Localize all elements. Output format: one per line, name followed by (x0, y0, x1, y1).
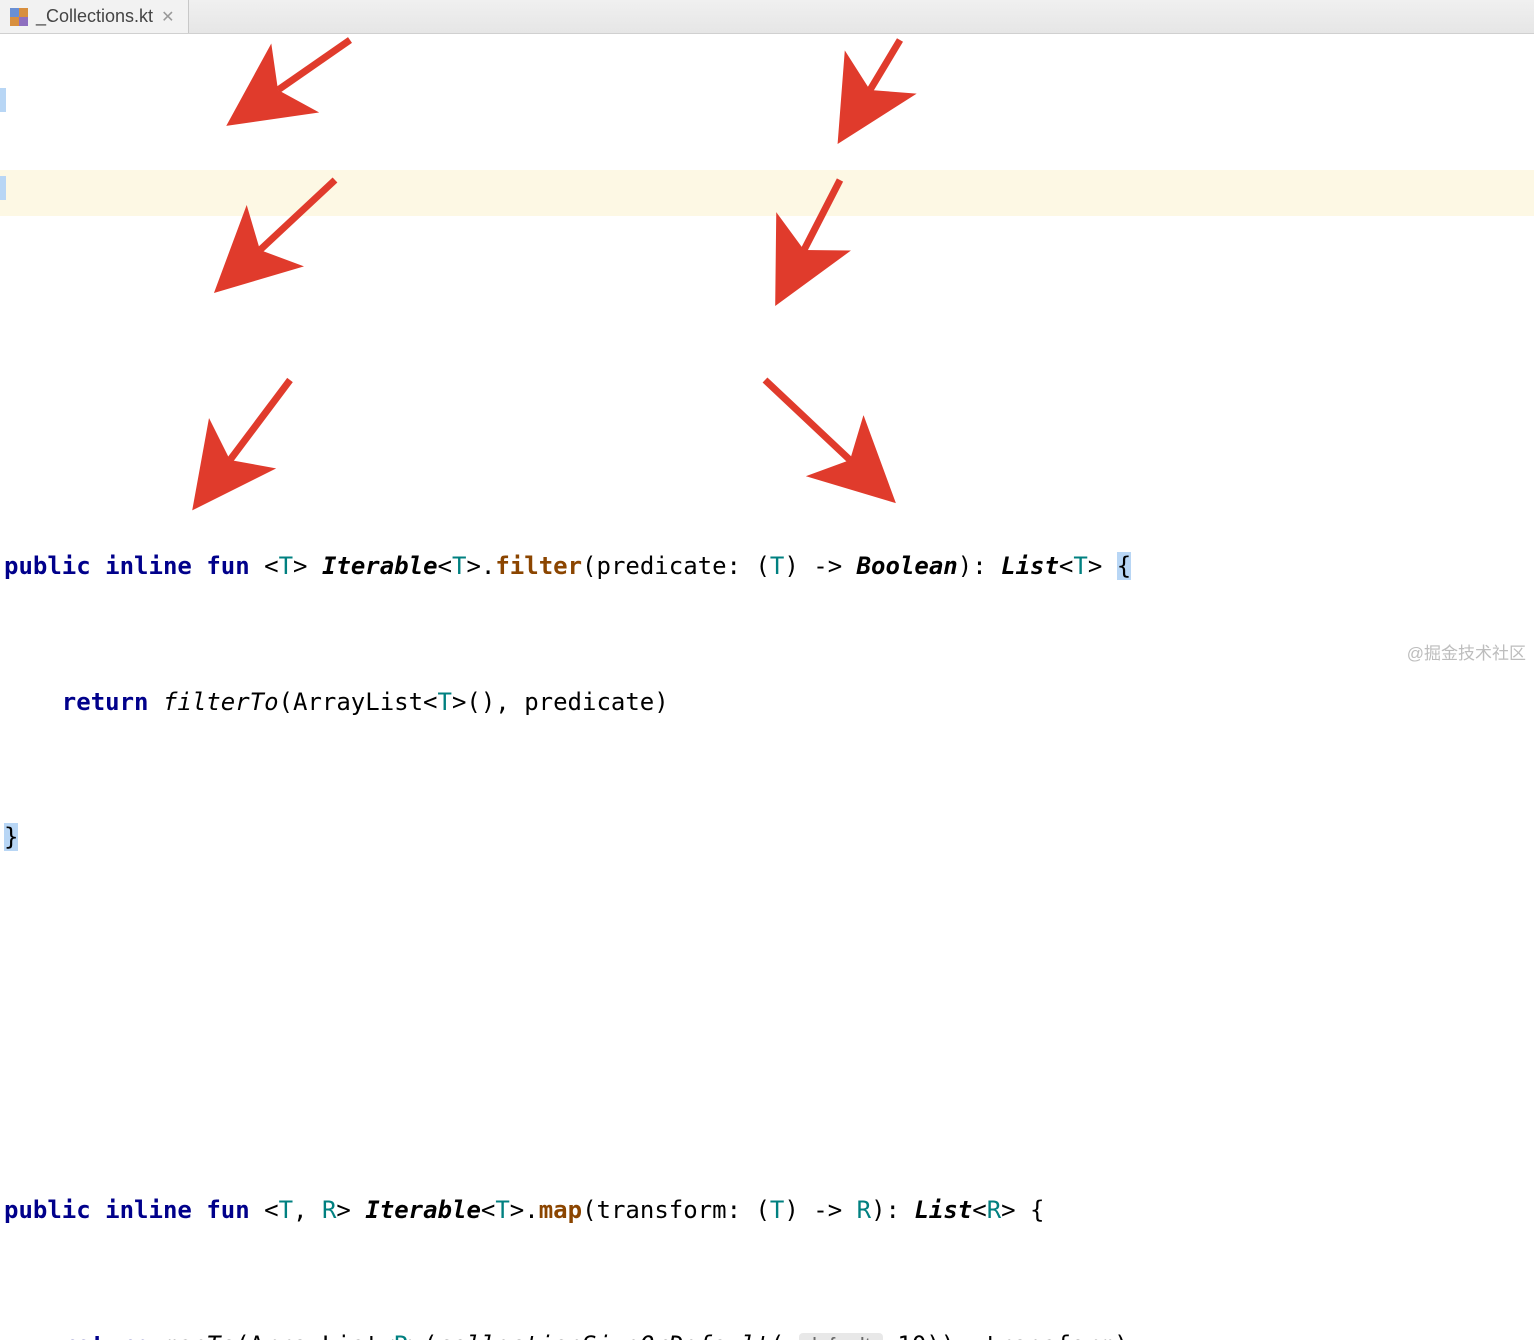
param-predicate: predicate (597, 552, 727, 580)
current-line-highlight (0, 170, 1534, 216)
code-line: public inline fun <T> Iterable<T>.filter… (4, 544, 1530, 589)
watermark: @掘金技术社区 (1407, 639, 1526, 664)
code-line: } (4, 815, 1530, 860)
type-param: T (438, 688, 452, 716)
fn-map: map (539, 1196, 582, 1224)
gutter-mark (0, 176, 6, 200)
keyword-public: public (4, 1196, 91, 1224)
call-csod: collectionSizeOrDefault (438, 1331, 770, 1340)
type-list: List (1001, 552, 1059, 580)
call-filterTo: filterTo (163, 688, 279, 716)
tab-bar: _Collections.kt ✕ (0, 0, 1534, 34)
keyword-inline: inline (105, 552, 192, 580)
call-arraylist: ArrayList (250, 1331, 380, 1340)
param-predicate: predicate (524, 688, 654, 716)
code-editor[interactable]: public inline fun <T> Iterable<T>.filter… (0, 34, 1534, 1340)
code-line: return filterTo(ArrayList<T>(), predicat… (4, 680, 1530, 725)
type-param: T (495, 1196, 509, 1224)
type-param: R (322, 1196, 336, 1224)
code-line: return mapTo(ArrayList<R>(collectionSize… (4, 1323, 1530, 1340)
kotlin-file-icon (10, 8, 28, 26)
keyword-inline: inline (105, 1196, 192, 1224)
param-transform: transform (597, 1196, 727, 1224)
type-param: T (770, 552, 784, 580)
type-param: T (452, 552, 466, 580)
keyword-fun: fun (206, 552, 249, 580)
fn-filter: filter (495, 552, 582, 580)
keyword-return: return (62, 688, 149, 716)
call-arraylist: ArrayList (293, 688, 423, 716)
type-param: T (279, 552, 293, 580)
type-iterable: Iterable (322, 552, 438, 580)
call-mapTo: mapTo (163, 1331, 235, 1340)
type-param: T (1073, 552, 1087, 580)
type-param: T (770, 1196, 784, 1224)
type-iterable: Iterable (365, 1196, 481, 1224)
code-line: public inline fun <T, R> Iterable<T>.map… (4, 1188, 1530, 1233)
type-param: T (279, 1196, 293, 1224)
keyword-return: return (62, 1331, 149, 1340)
inlay-hint: default: (799, 1333, 883, 1340)
type-boolean: Boolean (857, 552, 958, 580)
keyword-fun: fun (206, 1196, 249, 1224)
type-param: R (394, 1331, 408, 1340)
file-tab[interactable]: _Collections.kt ✕ (0, 0, 189, 33)
gutter-mark (0, 88, 6, 112)
type-param: R (987, 1196, 1001, 1224)
keyword-public: public (4, 552, 91, 580)
close-icon[interactable]: ✕ (161, 7, 174, 27)
type-param: R (857, 1196, 871, 1224)
hint-value: 10 (897, 1331, 926, 1340)
type-list: List (914, 1196, 972, 1224)
file-tab-label: _Collections.kt (36, 6, 153, 27)
param-transform: transform (984, 1331, 1114, 1340)
